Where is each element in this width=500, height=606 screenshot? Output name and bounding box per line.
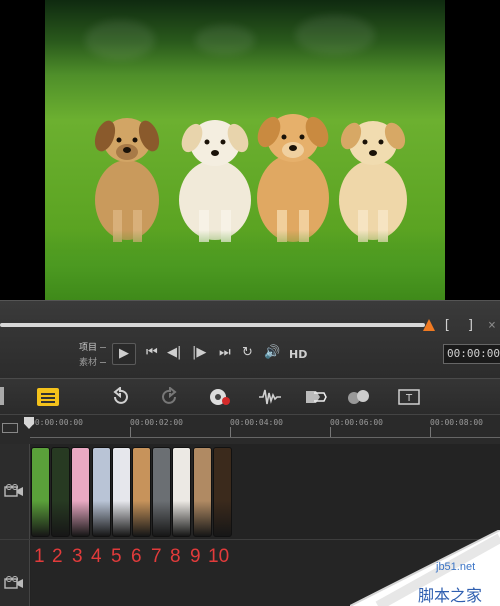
- title-icon[interactable]: T: [398, 387, 420, 407]
- volume-icon[interactable]: 🔊: [264, 345, 280, 361]
- audio-mixer-icon[interactable]: [258, 387, 282, 407]
- step-back-icon[interactable]: ◀|: [167, 345, 181, 361]
- clip-number: 8: [170, 546, 181, 567]
- overlay-track-icon[interactable]: [4, 576, 24, 590]
- clip-thumbnail[interactable]: [212, 447, 232, 537]
- mark-out-button[interactable]: ]: [467, 318, 475, 333]
- watermark-title: 脚本之家: [418, 586, 483, 605]
- close-icon[interactable]: ×: [488, 318, 496, 333]
- track-manager-icon[interactable]: [2, 423, 18, 433]
- toolbar-edge: [0, 387, 4, 405]
- preview-window: [0, 0, 500, 300]
- record-capture-icon[interactable]: [208, 387, 232, 407]
- timecode-field[interactable]: 00:00:00: [443, 344, 500, 364]
- playhead[interactable]: [24, 417, 34, 429]
- video-track-icon[interactable]: [4, 484, 24, 498]
- clip-thumbnail[interactable]: [192, 447, 212, 537]
- step-forward-icon[interactable]: |▶: [192, 345, 206, 361]
- repeat-icon[interactable]: ↻: [242, 345, 253, 361]
- ruler-label: 00:00:04:00: [230, 418, 283, 427]
- clip-number: 10: [208, 546, 230, 567]
- puppy-image: [94, 114, 407, 242]
- ruler-label: 00:00:08:00: [430, 418, 483, 427]
- skip-end-icon[interactable]: ⏭: [219, 345, 231, 361]
- clip-number: 7: [151, 546, 162, 567]
- clip-thumbnail[interactable]: [172, 447, 192, 537]
- player-controls: [ ] × 项目 素材 ▶ ⏮ ◀| |▶ ⏭ ↻ 🔊 HD 00:00:00: [0, 300, 500, 378]
- timeline-ruler[interactable]: 00:00:00:00 00:00:02:00 00:00:04:00 00:0…: [0, 414, 500, 444]
- scrub-bar[interactable]: [0, 323, 425, 327]
- clip-number: 1: [34, 546, 45, 567]
- play-icon[interactable]: ▶: [112, 343, 136, 365]
- clip-number: 3: [72, 546, 83, 567]
- undo-icon[interactable]: [110, 387, 130, 407]
- scrub-handle[interactable]: [423, 319, 435, 331]
- clip-number: 6: [131, 546, 142, 567]
- mode-project[interactable]: 项目: [79, 340, 97, 353]
- clip-number: 9: [190, 546, 201, 567]
- redo-icon[interactable]: [160, 387, 180, 407]
- watermark-site: jb51.net: [436, 561, 476, 573]
- hd-toggle[interactable]: HD: [289, 348, 307, 361]
- ruler-label: 00:00:06:00: [330, 418, 383, 427]
- svg-text:T: T: [405, 393, 413, 404]
- clip-thumbnail[interactable]: [51, 447, 71, 537]
- storyboard-view-icon[interactable]: [37, 388, 59, 406]
- video-frame: [45, 0, 445, 300]
- clip-thumbnail[interactable]: [152, 447, 172, 537]
- clip-thumbnail[interactable]: [132, 447, 151, 537]
- motion-tracking-icon[interactable]: [304, 387, 328, 407]
- clip-number: 2: [52, 546, 63, 567]
- clip-thumbnail[interactable]: [31, 447, 50, 537]
- ruler-label: 00:00:02:00: [130, 418, 183, 427]
- skip-start-icon[interactable]: ⏮: [146, 345, 158, 361]
- track-header: [0, 444, 30, 606]
- timeline-toolbar: T: [0, 378, 500, 414]
- auto-music-icon[interactable]: [346, 387, 372, 407]
- clip-number: 4: [91, 546, 102, 567]
- mark-in-button[interactable]: [: [443, 318, 451, 333]
- clip-thumbnail[interactable]: [71, 447, 91, 537]
- clip-number: 5: [111, 546, 122, 567]
- mode-clip[interactable]: 素材: [79, 355, 97, 368]
- ruler-label: 00:00:00:00: [30, 418, 83, 427]
- clip-thumbnail[interactable]: [91, 447, 111, 537]
- clip-thumbnail[interactable]: [111, 447, 131, 537]
